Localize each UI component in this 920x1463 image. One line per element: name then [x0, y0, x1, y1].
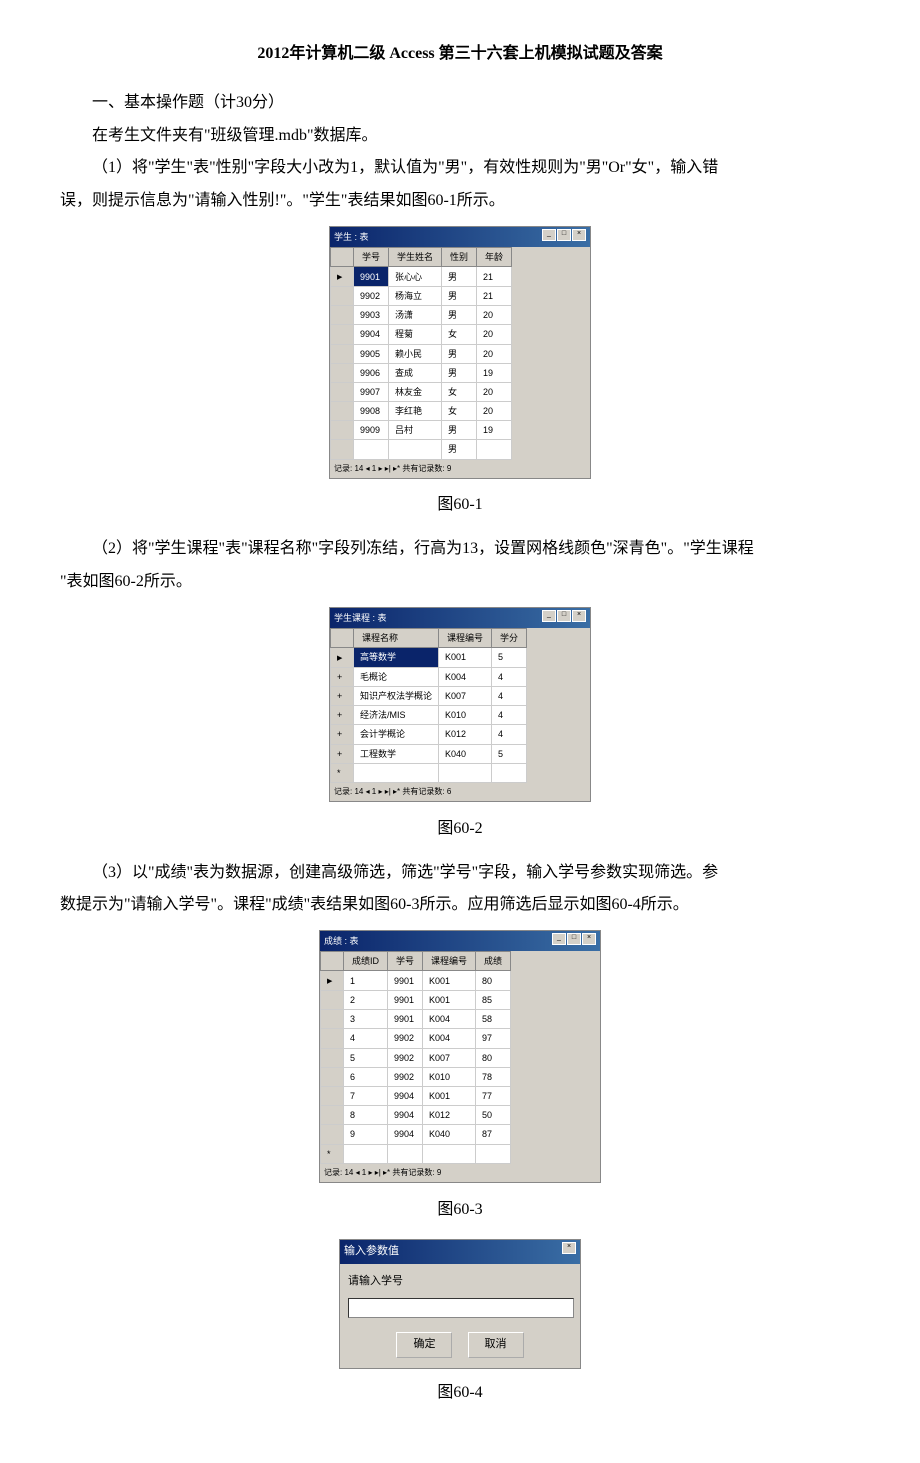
maximize-icon: □ — [567, 933, 581, 945]
close-icon: × — [572, 229, 586, 241]
student-id-input[interactable] — [348, 1298, 574, 1318]
window-title-2: 学生课程 : 表 — [334, 610, 387, 626]
record-navigator-3: 记录: 14 ◂ 1 ▸ ▸| ▸* 共有记录数: 9 — [320, 1164, 600, 1182]
window-title-1: 学生 : 表 — [334, 229, 369, 245]
cancel-button[interactable]: 取消 — [468, 1332, 524, 1358]
figure-60-2: 学生课程 : 表 _ □ × 课程名称 课程编号 学分 高等数学K0015 +毛… — [60, 607, 860, 805]
student-table: 学号 学生姓名 性别 年龄 9901张心心男21 9902杨海立男21 9903… — [330, 247, 512, 459]
figure-60-3: 成绩 : 表 _ □ × 成绩ID 学号 课程编号 成绩 19901K00180… — [60, 930, 860, 1185]
minimize-icon: _ — [552, 933, 566, 945]
intro-text: 在考生文件夹有"班级管理.mdb"数据库。 — [60, 122, 860, 151]
document-title: 2012年计算机二级 Access 第三十六套上机模拟试题及答案 — [60, 40, 860, 69]
record-navigator-2: 记录: 14 ◂ 1 ▸ ▸| ▸* 共有记录数: 6 — [330, 783, 590, 801]
close-icon: × — [572, 610, 586, 622]
window-title-3: 成绩 : 表 — [324, 933, 359, 949]
close-icon: × — [562, 1242, 576, 1254]
question-2-line2: "表如图60-2所示。 — [60, 568, 860, 597]
section-1-heading: 一、基本操作题（计30分） — [60, 89, 860, 118]
close-icon: × — [582, 933, 596, 945]
question-1-line2: 误，则提示信息为"请输入性别!"。"学生"表结果如图60-1所示。 — [60, 187, 860, 216]
figure-60-3-caption: 图60-3 — [60, 1196, 860, 1225]
figure-60-4: 输入参数值 × 请输入学号 确定 取消 — [60, 1239, 860, 1368]
question-2-line1: （2）将"学生课程"表"课程名称"字段列冻结，行高为13，设置网格线颜色"深青色… — [60, 535, 860, 564]
question-3-line2: 数提示为"请输入学号"。课程"成绩"表结果如图60-3所示。应用筛选后显示如图6… — [60, 891, 860, 920]
dialog-prompt-label: 请输入学号 — [348, 1272, 572, 1292]
minimize-icon: _ — [542, 610, 556, 622]
record-navigator-1: 记录: 14 ◂ 1 ▸ ▸| ▸* 共有记录数: 9 — [330, 460, 590, 478]
score-table: 成绩ID 学号 课程编号 成绩 19901K00180 29901K00185 … — [320, 951, 511, 1163]
figure-60-2-caption: 图60-2 — [60, 815, 860, 844]
minimize-icon: _ — [542, 229, 556, 241]
figure-60-1: 学生 : 表 _ □ × 学号 学生姓名 性别 年龄 9901张心心男21 99… — [60, 226, 860, 481]
ok-button[interactable]: 确定 — [396, 1332, 452, 1358]
maximize-icon: □ — [557, 229, 571, 241]
course-table: 课程名称 课程编号 学分 高等数学K0015 +毛概论K0044 +知识产权法学… — [330, 628, 527, 783]
maximize-icon: □ — [557, 610, 571, 622]
question-1-line1: （1）将"学生"表"性别"字段大小改为1，默认值为"男"，有效性规则为"男"Or… — [60, 154, 860, 183]
figure-60-1-caption: 图60-1 — [60, 491, 860, 520]
dialog-title: 输入参数值 — [344, 1242, 399, 1262]
question-3-line1: （3）以"成绩"表为数据源，创建高级筛选，筛选"学号"字段，输入学号参数实现筛选… — [60, 859, 860, 888]
figure-60-4-caption: 图60-4 — [60, 1379, 860, 1408]
